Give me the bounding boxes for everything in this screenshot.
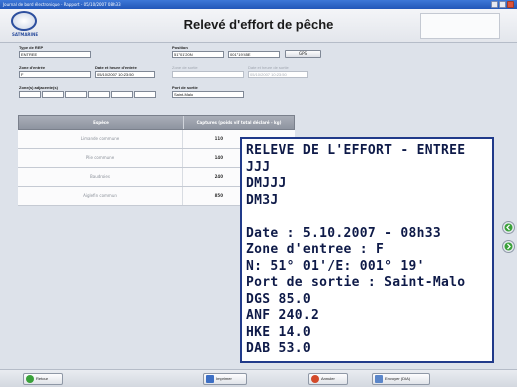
back-arrow-icon — [26, 375, 34, 383]
report-catch-line: HKE 14.0 — [246, 324, 312, 340]
species-cell: Limande commune — [18, 130, 183, 148]
species-cell: Baudroies — [18, 168, 183, 186]
zone-field[interactable]: F — [19, 71, 91, 78]
catch-column-header[interactable]: Captures (poids vif total déclaré - kg) — [184, 116, 294, 129]
report-catch-line: DAB 53.0 — [246, 341, 312, 356]
report-title-line: RELEVE DE L'EFFORT - ENTREE — [246, 143, 466, 158]
type-field[interactable]: ENTREE — [19, 51, 91, 58]
longitude-field[interactable]: 001°19'45E — [228, 51, 280, 58]
report-preview-panel: RELEVE DE L'EFFORT - ENTREE JJJ DMJJJ DM… — [240, 137, 494, 363]
gps-button[interactable]: GPS — [285, 50, 321, 58]
report-line: DMJJJ — [246, 176, 287, 191]
cancel-icon — [311, 375, 319, 383]
type-label: Type de REP — [19, 45, 44, 50]
footer-toolbar: Retour Imprimer Annuler Envoyer (DIA) — [0, 369, 517, 387]
species-column-header[interactable]: Espèce — [19, 116, 184, 129]
maximize-button[interactable] — [499, 1, 506, 8]
adjacent-zone-2[interactable] — [42, 91, 64, 98]
cancel-button-label: Annuler — [321, 376, 335, 381]
report-spacer — [246, 209, 492, 226]
exit-zone-field[interactable] — [172, 71, 244, 78]
latitude-field[interactable]: 51°01'20N — [172, 51, 224, 58]
report-form: Type de REP ENTREE Position 51°01'20N 00… — [0, 43, 517, 113]
adjacent-zone-4[interactable] — [88, 91, 110, 98]
print-button[interactable]: Imprimer — [203, 373, 247, 385]
adjacent-zones-label: Zone(s) adjacente(s) — [19, 85, 58, 90]
print-button-label: Imprimer — [216, 376, 232, 381]
printer-icon — [206, 375, 214, 383]
back-button-label: Retour — [36, 376, 49, 381]
species-cell: Aiglefin commun — [18, 187, 183, 205]
entry-datetime-field[interactable]: 05/10/2007 10:23:50 — [95, 71, 155, 78]
grid-header: Espèce Captures (poids vif total déclaré… — [18, 115, 295, 130]
exit-datetime-label: Date et heure de sortie — [248, 65, 289, 70]
port-label: Port de sortie — [172, 85, 198, 90]
green-arrow-icon — [504, 242, 513, 251]
cancel-button[interactable]: Annuler — [308, 373, 348, 385]
adjacent-zone-3[interactable] — [65, 91, 87, 98]
window-titlebar: Journal de bord électronique - Rapport -… — [0, 0, 517, 9]
species-cell: Plie commune — [18, 149, 183, 167]
exit-zone-label: Zone de sortie — [172, 65, 198, 70]
app-header: SATMARINE Relevé d'effort de pêche — [0, 9, 517, 43]
adjacent-zone-6[interactable] — [134, 91, 156, 98]
position-label: Position — [172, 45, 188, 50]
exit-datetime-field[interactable]: 05/10/2007 10:23:50 — [248, 71, 308, 78]
scroll-up-button[interactable] — [502, 221, 515, 234]
green-arrow-icon — [504, 223, 513, 232]
window-title: Journal de bord électronique - Rapport -… — [3, 2, 121, 7]
adjacent-zone-1[interactable] — [19, 91, 41, 98]
send-button[interactable]: Envoyer (DIA) — [372, 373, 430, 385]
report-port-line: Port de sortie : Saint-Malo — [246, 275, 466, 290]
report-catch-line: ANF 240.2 — [246, 308, 320, 323]
report-date-line: Date : 5.10.2007 - 08h33 — [246, 225, 442, 241]
send-button-label: Envoyer (DIA) — [385, 376, 411, 381]
report-line: JJJ — [246, 159, 271, 175]
scroll-down-button[interactable] — [502, 240, 515, 253]
close-button[interactable] — [507, 1, 514, 8]
logo-text: SATMARINE — [11, 32, 39, 37]
send-icon — [375, 375, 383, 383]
port-field[interactable]: Saint-Malo — [172, 91, 244, 98]
entry-datetime-label: Date et heure d'entrée — [95, 65, 137, 70]
report-catch-line: DGS 85.0 — [246, 291, 312, 307]
window-controls — [491, 1, 514, 8]
adjacent-zone-5[interactable] — [111, 91, 133, 98]
zone-label: Zone d'entrée — [19, 65, 46, 70]
report-line: DM3J — [246, 192, 279, 208]
minimize-button[interactable] — [491, 1, 498, 8]
report-position-line: N: 51° 01'/E: 001° 19' — [246, 258, 425, 274]
header-info-box — [420, 13, 500, 39]
report-zone-line: Zone d'entree : F — [246, 242, 385, 257]
back-button[interactable]: Retour — [23, 373, 63, 385]
